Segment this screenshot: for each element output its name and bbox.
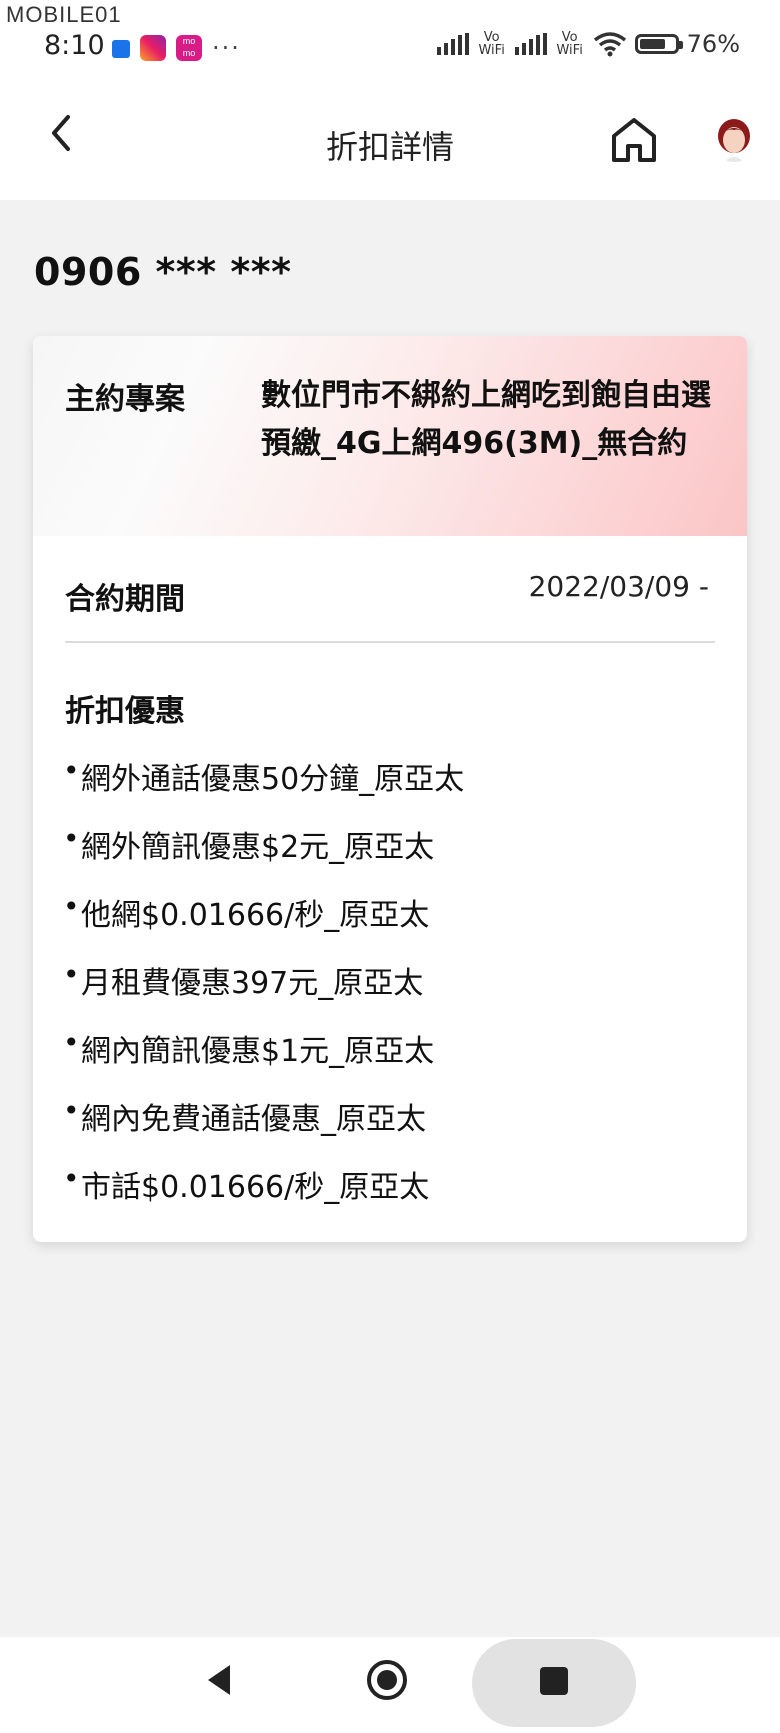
status-time: 8:10 bbox=[44, 30, 105, 61]
discount-list: • 網外通話優惠50分鐘_原亞太 • 網外簡訊優惠$2元_原亞太 • 他網$0.016… bbox=[63, 754, 464, 1230]
divider bbox=[65, 641, 715, 643]
vowifi-icon: Vo WiFi bbox=[478, 30, 505, 58]
page-title: 折扣詳情 bbox=[325, 128, 454, 166]
system-icons: Vo WiFi Vo WiFi 76% bbox=[436, 30, 740, 58]
discount-text: 網外通話優惠50分鐘_原亞太 bbox=[81, 762, 465, 797]
home-icon bbox=[612, 118, 656, 162]
list-item: • 市話$0.01666/秒_原亞太 bbox=[63, 1162, 430, 1205]
signal-icon bbox=[514, 33, 547, 55]
plan-label: 主約專案 bbox=[65, 382, 185, 417]
discount-text: 市話$0.01666/秒_原亞太 bbox=[81, 1170, 430, 1205]
discount-text: 網內簡訊優惠$1元_原亞太 bbox=[81, 1034, 435, 1069]
contract-period-value: 2022/03/09 - bbox=[528, 570, 709, 603]
discount-text: 月租費優惠397元_原亞太 bbox=[81, 966, 424, 1001]
discount-text: 他網$0.01666/秒_原亞太 bbox=[81, 898, 430, 933]
home-button[interactable] bbox=[606, 114, 662, 166]
discount-text: 網外簡訊優惠$2元_原亞太 bbox=[81, 830, 435, 865]
list-item: • 網內免費通話優惠_原亞太 bbox=[63, 1094, 426, 1137]
list-item: • 網外通話優惠50分鐘_原亞太 bbox=[63, 754, 465, 797]
nav-back-button[interactable] bbox=[196, 1657, 242, 1703]
wifi-icon bbox=[593, 32, 626, 57]
battery-percent: 76% bbox=[686, 30, 740, 58]
list-item: • 月租費優惠397元_原亞太 bbox=[63, 958, 424, 1001]
nav-home-button[interactable] bbox=[364, 1657, 410, 1703]
instagram-icon bbox=[140, 35, 166, 61]
list-item: • 他網$0.01666/秒_原亞太 bbox=[63, 890, 430, 933]
contract-period-label: 合約期間 bbox=[65, 582, 185, 617]
system-nav-bar bbox=[0, 1637, 780, 1733]
list-item: • 網內簡訊優惠$1元_原亞太 bbox=[63, 1026, 435, 1069]
vowifi-icon: Vo WiFi bbox=[556, 30, 583, 58]
signal-icon bbox=[436, 33, 469, 55]
discount-detail-card: 主約專案 數位門市不綁約上網吃到飽自由選預繳_4G上網496(3M)_無合約 合… bbox=[33, 336, 747, 1242]
circle-home-icon bbox=[367, 1660, 407, 1700]
momo-icon: mo mo bbox=[176, 35, 202, 61]
screen-notification-icon bbox=[112, 40, 130, 58]
app-bar: 折扣詳情 bbox=[0, 80, 780, 200]
discount-text: 網內免費通話優惠_原亞太 bbox=[81, 1102, 426, 1137]
square-recent-icon bbox=[540, 1667, 568, 1695]
discount-title: 折扣優惠 bbox=[65, 694, 185, 729]
plan-name: 數位門市不綁約上網吃到飽自由選預繳_4G上網496(3M)_無合約 bbox=[261, 378, 711, 461]
plan-header: 主約專案 數位門市不綁約上網吃到飽自由選預繳_4G上網496(3M)_無合約 bbox=[33, 336, 747, 536]
watermark-logo: MOBILE01 bbox=[6, 2, 122, 27]
status-bar: MOBILE01 8:10 mo mo ··· Vo WiFi Vo WiFi … bbox=[0, 0, 780, 80]
battery-icon bbox=[634, 34, 683, 54]
notification-icons: mo mo ··· bbox=[112, 34, 241, 62]
more-notifications-icon: ··· bbox=[212, 34, 241, 62]
user-avatar[interactable] bbox=[710, 114, 758, 162]
list-item: • 網外簡訊優惠$2元_原亞太 bbox=[63, 822, 435, 865]
avatar-icon bbox=[710, 114, 758, 162]
phone-number: 0906 *** *** bbox=[34, 250, 292, 294]
triangle-back-icon bbox=[208, 1665, 230, 1695]
